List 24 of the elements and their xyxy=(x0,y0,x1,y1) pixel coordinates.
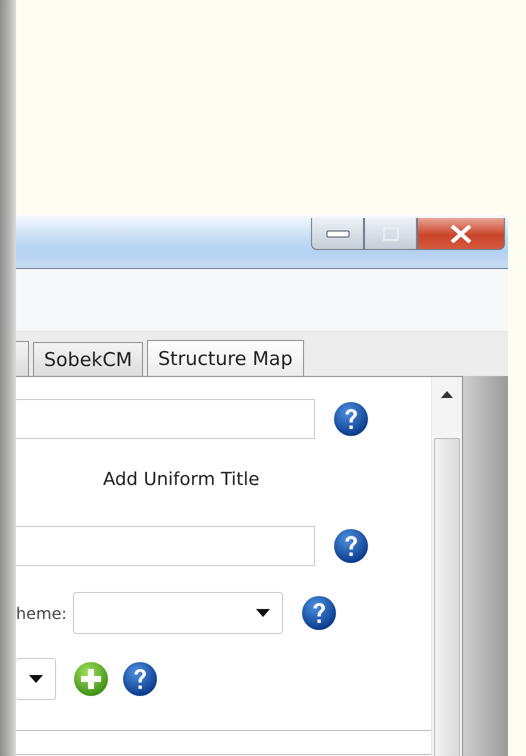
add-icon[interactable] xyxy=(73,661,109,697)
tab[interactable]: SobekCM xyxy=(33,342,144,376)
scrollbar[interactable] xyxy=(431,377,462,756)
add-uniform-title-link[interactable]: Add Uniform Title xyxy=(103,469,260,490)
field-label: heme: xyxy=(16,604,67,622)
tab[interactable] xyxy=(16,341,29,376)
dropdown[interactable] xyxy=(16,658,56,700)
maximize-icon xyxy=(382,226,398,240)
help-icon[interactable] xyxy=(122,661,158,697)
scroll-up-icon[interactable] xyxy=(441,391,453,398)
scroll-thumb[interactable] xyxy=(434,438,460,756)
tab[interactable]: Structure Map xyxy=(147,340,304,376)
text-field[interactable] xyxy=(16,399,315,439)
close-icon xyxy=(450,224,472,242)
help-icon[interactable] xyxy=(333,401,369,437)
close-button[interactable] xyxy=(417,218,505,250)
dropdown-caret-icon xyxy=(256,609,270,617)
text-field[interactable] xyxy=(16,526,315,566)
help-icon[interactable] xyxy=(333,528,369,564)
help-icon[interactable] xyxy=(300,595,337,631)
maximize-button[interactable] xyxy=(364,218,417,250)
minimize-button[interactable] xyxy=(311,218,364,250)
dropdown-caret-icon xyxy=(29,675,43,683)
minimize-icon xyxy=(326,230,350,238)
